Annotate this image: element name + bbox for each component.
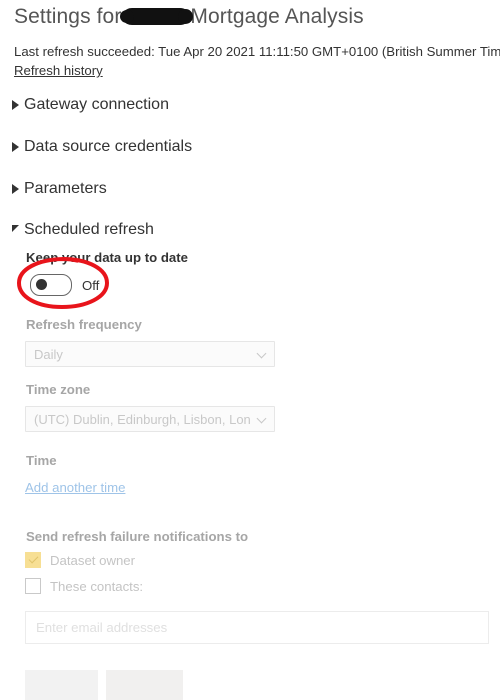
section-header-parameters[interactable]: Parameters	[12, 180, 107, 198]
section-label: Gateway connection	[24, 96, 169, 113]
refresh-frequency-select[interactable]: Daily	[25, 341, 275, 367]
checkbox-row-these-contacts[interactable]: These contacts:	[25, 578, 143, 594]
refresh-frequency-label: Refresh frequency	[26, 317, 142, 332]
toggle-knob	[36, 279, 47, 290]
section-header-data-source-credentials[interactable]: Data source credentials	[12, 138, 192, 156]
section-label: Data source credentials	[24, 138, 193, 155]
chevron-down-icon	[257, 414, 268, 425]
checkbox-dataset-owner-label: Dataset owner	[50, 552, 136, 568]
time-label: Time	[26, 453, 57, 468]
section-label: Scheduled refresh	[24, 221, 154, 238]
chevron-down-icon	[257, 349, 268, 360]
time-zone-value: (UTC) Dublin, Edinburgh, Lisbon, Lon	[34, 411, 251, 427]
email-addresses-input[interactable]	[25, 611, 489, 644]
toggle-state-label: Off	[82, 277, 100, 293]
time-zone-label: Time zone	[26, 382, 91, 397]
page-title-prefix: Settings for	[14, 5, 122, 28]
section-header-gateway-connection[interactable]: Gateway connection	[12, 96, 169, 114]
checkbox-dataset-owner[interactable]	[25, 552, 41, 568]
discard-button[interactable]	[106, 670, 183, 700]
apply-button[interactable]	[25, 670, 98, 700]
chevron-down-icon	[12, 225, 19, 232]
keep-data-up-to-date-toggle[interactable]	[30, 274, 72, 296]
keep-data-up-to-date-label: Keep your data up to date	[26, 250, 188, 265]
chevron-right-icon	[12, 100, 19, 110]
refresh-frequency-value: Daily	[34, 346, 63, 362]
time-zone-select[interactable]: (UTC) Dublin, Edinburgh, Lisbon, Lon	[25, 406, 275, 432]
redaction-bar	[120, 8, 194, 25]
chevron-right-icon	[12, 184, 19, 194]
checkbox-row-dataset-owner[interactable]: Dataset owner	[25, 552, 135, 568]
checkbox-these-contacts[interactable]	[25, 578, 41, 594]
notifications-label: Send refresh failure notifications to	[26, 529, 249, 544]
chevron-right-icon	[12, 142, 19, 152]
section-label: Parameters	[24, 180, 107, 197]
page-title-suffix: Mortgage Analysis	[190, 5, 364, 28]
section-header-scheduled-refresh[interactable]: Scheduled refresh	[12, 221, 154, 239]
refresh-history-link[interactable]: Refresh history	[14, 63, 103, 78]
page-title: Settings for Mortgage Analysis	[14, 5, 364, 29]
checkbox-these-contacts-label: These contacts:	[50, 578, 144, 594]
last-refresh-status: Last refresh succeeded: Tue Apr 20 2021 …	[14, 44, 500, 59]
add-another-time-link[interactable]: Add another time	[25, 480, 125, 495]
keep-data-up-to-date-toggle-row[interactable]: Off	[30, 274, 99, 296]
